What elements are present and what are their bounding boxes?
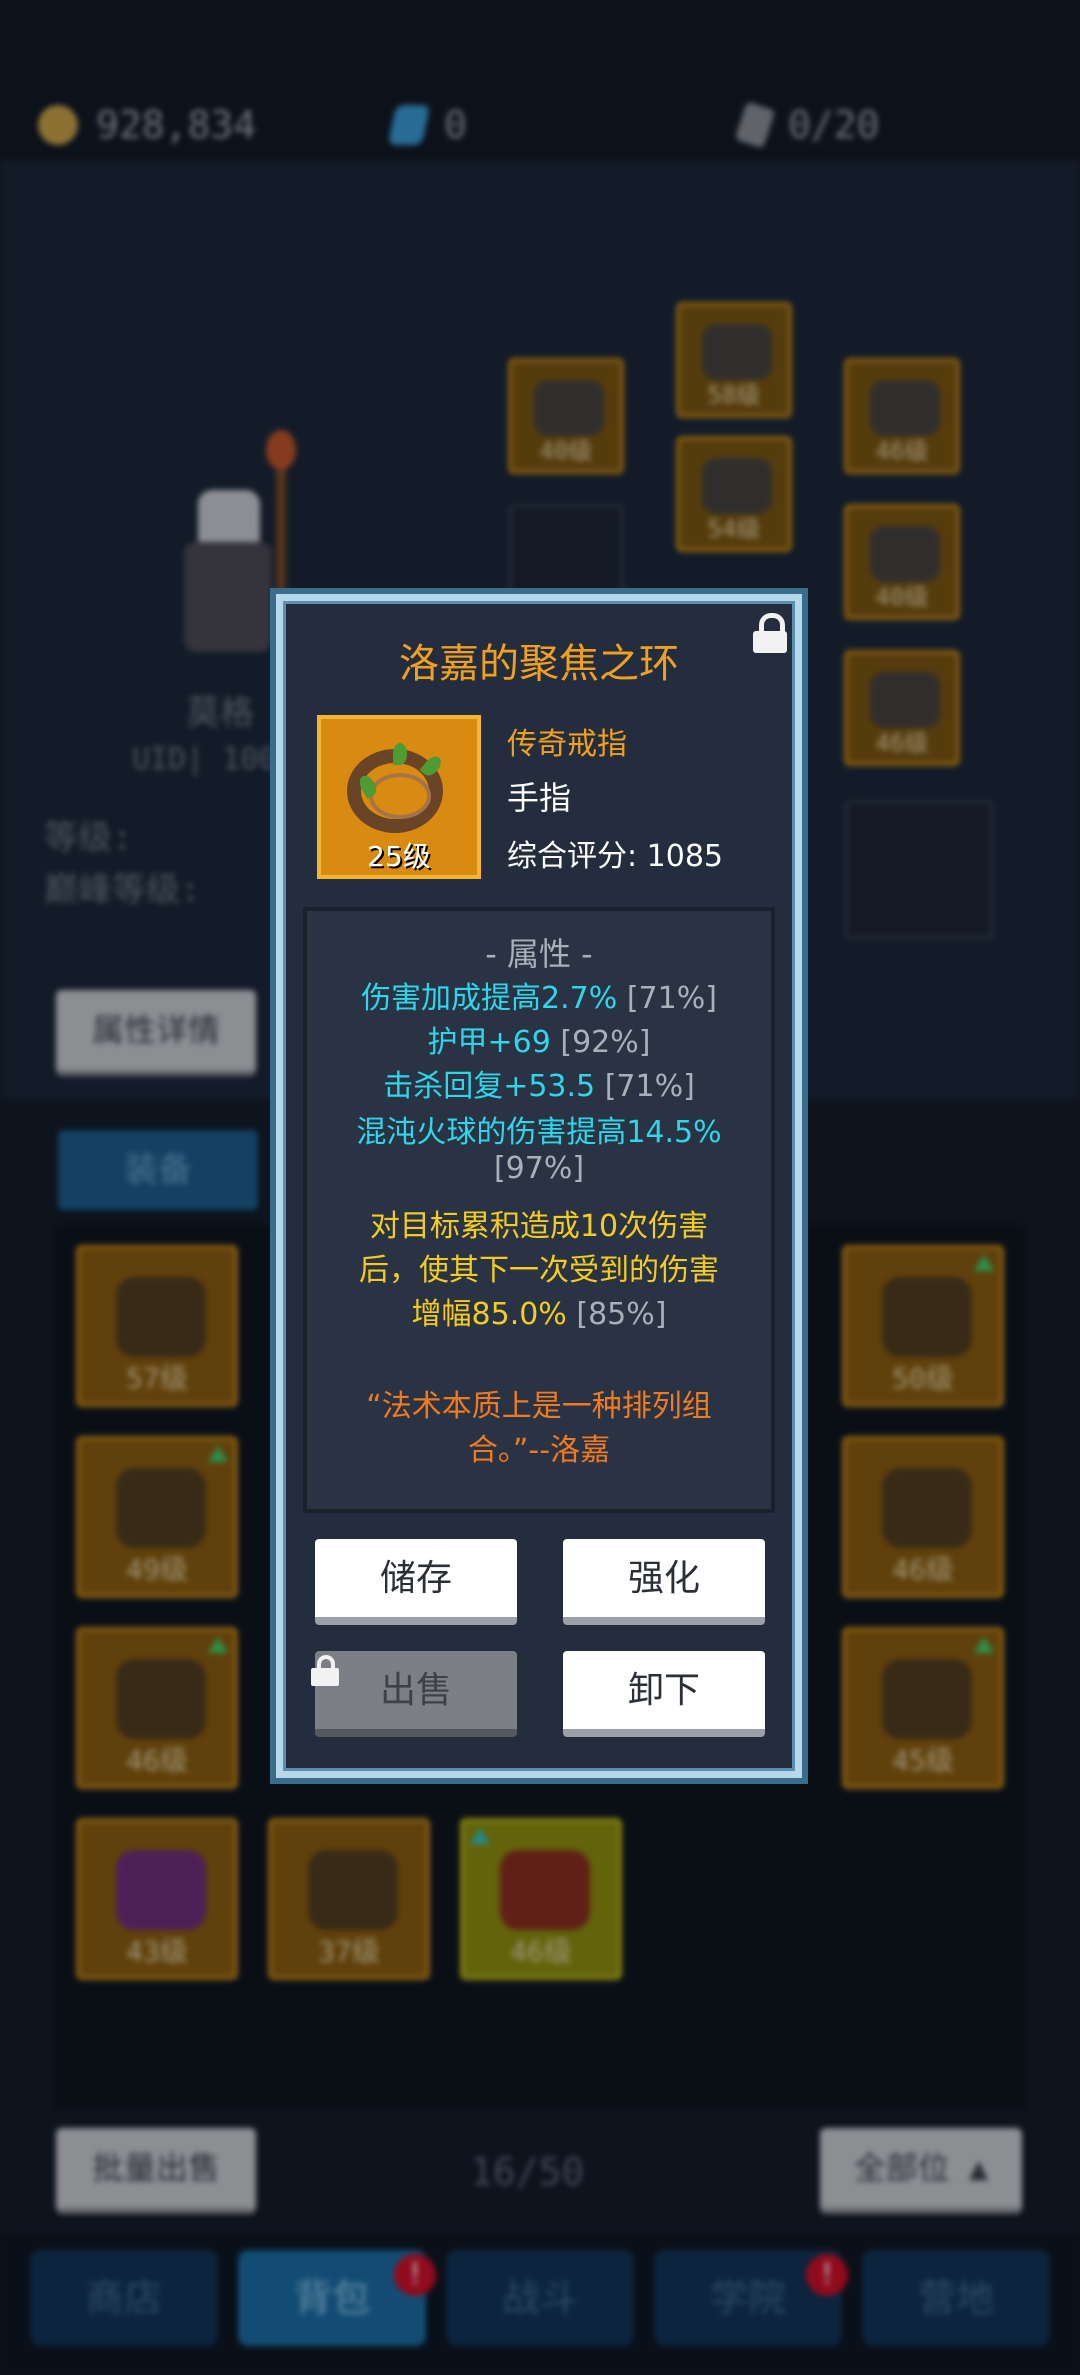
item-score: 综合评分: 1085 xyxy=(507,839,723,874)
attribute-line: 伤害加成提高2.7% [71%] xyxy=(361,981,717,1016)
sell-button[interactable]: 出售 xyxy=(315,1651,517,1737)
item-level: 25级 xyxy=(367,840,431,873)
attribute-pct: [97%] xyxy=(493,1151,585,1186)
attribute-line: 护甲+69 [92%] xyxy=(427,1025,651,1060)
attribute-line: 击杀回复+53.5 [71%] xyxy=(383,1069,695,1104)
item-rarity: 传奇戒指 xyxy=(507,727,627,762)
special-effect-line: 增幅85.0% [85%] xyxy=(411,1297,667,1332)
item-slot: 手指 xyxy=(507,779,572,817)
item-detail-dialog: 洛嘉的聚焦之环 25级 传奇戒指 手指 综合评分: 1085 - 属性 - 伤害… xyxy=(276,594,802,1778)
flavor-text: 合。”--洛嘉 xyxy=(467,1433,611,1468)
special-effect-line: 对目标累积造成10次伤害 xyxy=(369,1209,709,1244)
unequip-button[interactable]: 卸下 xyxy=(563,1651,765,1737)
store-button[interactable]: 储存 xyxy=(315,1539,517,1625)
enhance-button[interactable]: 强化 xyxy=(563,1539,765,1625)
special-effect-line: 后，使其下一次受到的伤害 xyxy=(359,1253,719,1288)
attribute-line: 混沌火球的伤害提高14.5% xyxy=(356,1115,722,1150)
lock-icon xyxy=(311,1655,339,1687)
attributes-panel: - 属性 - 伤害加成提高2.7% [71%] 护甲+69 [92%] 击杀回复… xyxy=(303,907,775,1513)
attributes-header: - 属性 - xyxy=(485,935,593,973)
flavor-text: “法术本质上是一种排列组 xyxy=(366,1389,712,1424)
item-title: 洛嘉的聚焦之环 xyxy=(399,641,679,687)
item-icon-frame: 25级 xyxy=(317,715,481,879)
